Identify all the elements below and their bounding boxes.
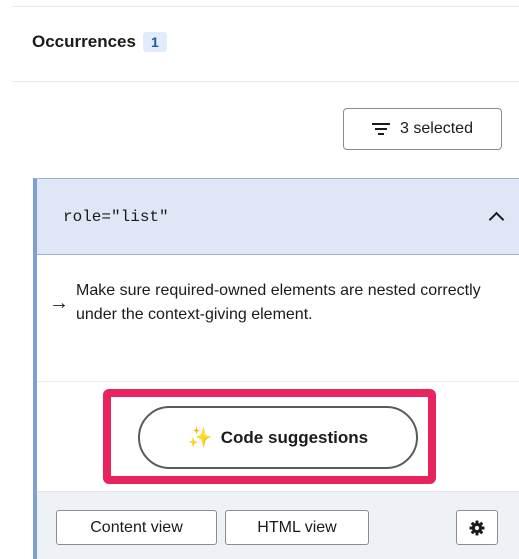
occurrence-card-header[interactable]: role="list" [37, 179, 519, 255]
occurrences-header: Occurrences 1 [32, 32, 167, 52]
issue-details-pane: Occurrences 1 3 selected role="list" → M… [0, 0, 519, 559]
card-footer: Content view HTML view [37, 491, 519, 559]
filter-button[interactable]: 3 selected [343, 108, 502, 150]
issue-description: → Make sure required-owned elements are … [49, 279, 494, 327]
sparkle-icon: ✨ [187, 427, 213, 449]
content-view-button[interactable]: Content view [56, 510, 217, 545]
issue-description-text: Make sure required-owned elements are ne… [76, 282, 481, 323]
divider [12, 6, 519, 7]
filter-label: 3 selected [400, 120, 473, 137]
divider [12, 81, 519, 82]
gear-icon [469, 520, 485, 535]
occurrence-selector: role="list" [63, 207, 169, 226]
occurrence-card: role="list" → Make sure required-owned e… [33, 178, 519, 559]
filter-icon [372, 123, 391, 135]
occurrences-title: Occurrences [32, 32, 136, 51]
divider [37, 381, 519, 382]
settings-button[interactable] [456, 510, 498, 545]
arrow-right-icon: → [49, 292, 69, 314]
html-view-button[interactable]: HTML view [225, 510, 369, 545]
code-suggestions-label: Code suggestions [220, 427, 369, 447]
chevron-up-icon[interactable] [488, 211, 505, 228]
code-suggestions-button[interactable]: ✨ Code suggestions [138, 406, 418, 469]
occurrences-count-badge: 1 [142, 32, 167, 52]
